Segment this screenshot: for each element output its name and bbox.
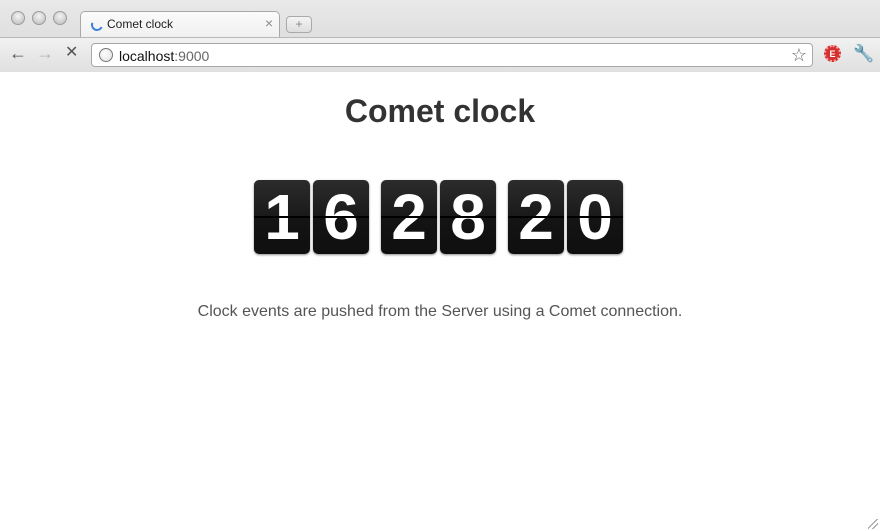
flip-hinge — [313, 216, 369, 218]
url-text[interactable]: localhost:9000 — [119, 48, 209, 64]
zoom-window-button[interactable] — [53, 11, 67, 25]
clock-digit-seconds-tens: 2 — [508, 180, 564, 254]
flip-hinge — [440, 216, 496, 218]
flip-hinge — [508, 216, 564, 218]
wrench-menu-icon[interactable]: 🔧 — [853, 44, 874, 64]
back-arrow-icon[interactable]: ← — [9, 44, 27, 62]
page-content: Comet clock 1 6 2 8 2 0 Clock events are… — [0, 73, 880, 531]
url-host: localhost — [119, 48, 175, 64]
tab-close-icon[interactable]: × — [265, 15, 273, 31]
browser-window-frame: Comet clock × + ← → ✕ localhost:9000 ☆ E… — [0, 0, 880, 72]
browser-toolbar: ← → ✕ localhost:9000 ☆ E 🔧 — [0, 37, 880, 72]
clock-digit-minutes-ones: 8 — [440, 180, 496, 254]
minimize-window-button[interactable] — [32, 11, 46, 25]
flip-hinge — [381, 216, 437, 218]
tab-comet-clock[interactable]: Comet clock × — [80, 11, 280, 37]
clock-digit-minutes-tens: 2 — [381, 180, 437, 254]
clock-digit-seconds-ones: 0 — [567, 180, 623, 254]
globe-icon — [99, 48, 113, 62]
tab-title: Comet clock — [107, 17, 174, 31]
loading-spinner-icon — [89, 17, 105, 33]
flip-hinge — [567, 216, 623, 218]
extension-icon[interactable]: E — [824, 45, 841, 62]
page-title: Comet clock — [344, 93, 536, 129]
address-bar[interactable]: localhost:9000 ☆ — [91, 43, 813, 67]
bookmark-star-icon[interactable]: ☆ — [791, 45, 807, 66]
clock-digit-hours-tens: 1 — [254, 180, 310, 254]
stop-loading-icon[interactable]: ✕ — [65, 44, 78, 62]
clock-digit-hours-ones: 6 — [313, 180, 369, 254]
flip-hinge — [254, 216, 310, 218]
close-window-button[interactable] — [11, 11, 25, 25]
url-port: :9000 — [174, 48, 210, 64]
resize-grip-icon[interactable] — [868, 519, 878, 529]
new-tab-button[interactable]: + — [286, 16, 312, 33]
clock-description: Clock events are pushed from the Server … — [197, 303, 683, 320]
forward-arrow-icon[interactable]: → — [36, 44, 54, 62]
